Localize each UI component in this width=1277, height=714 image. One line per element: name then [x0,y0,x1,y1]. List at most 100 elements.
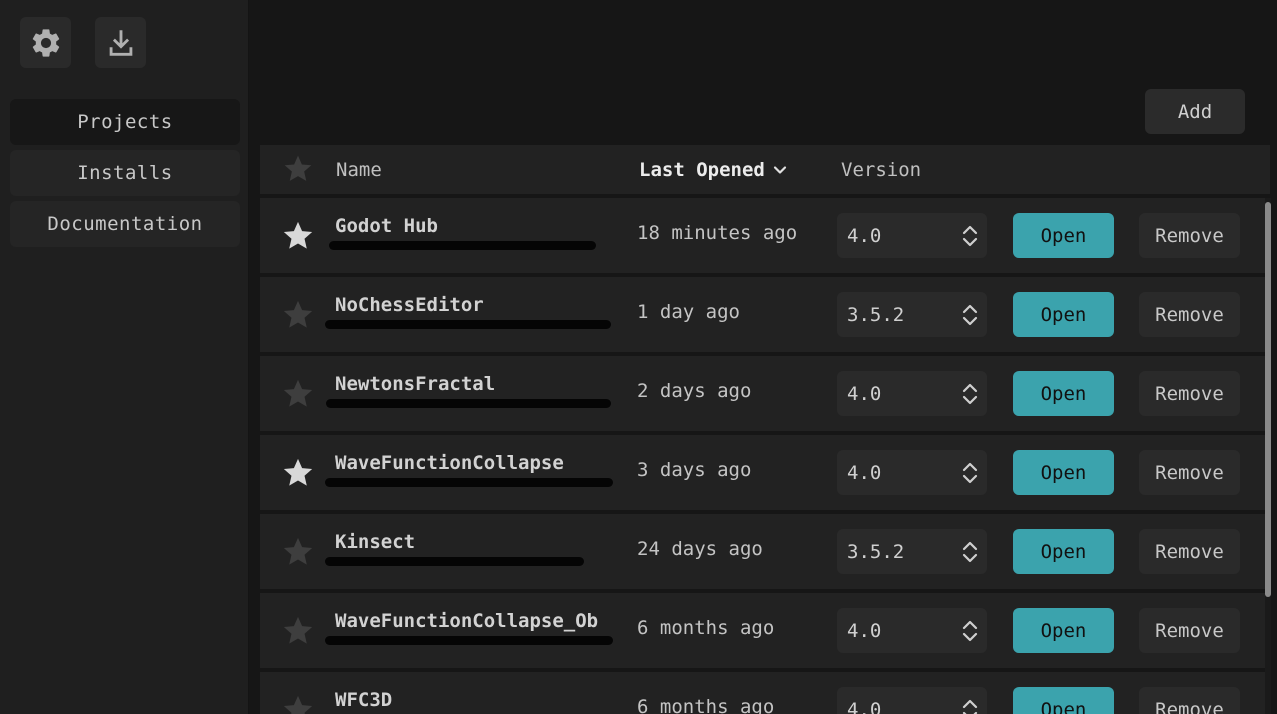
star-icon [283,300,313,328]
favorite-toggle[interactable] [281,377,315,411]
version-value: 3.5.2 [847,540,905,563]
version-value: 4.0 [847,461,882,484]
open-button[interactable]: Open [1013,450,1114,495]
open-button[interactable]: Open [1013,371,1114,416]
project-path-redacted [326,399,611,408]
nav-documentation[interactable]: Documentation [10,201,240,247]
remove-button[interactable]: Remove [1139,529,1240,574]
project-row[interactable]: NoChessEditor 1 day ago 3.5.2 Open Remov… [260,277,1265,352]
scrollbar-thumb[interactable] [1265,202,1271,597]
remove-label: Remove [1155,224,1224,247]
star-icon [283,616,313,644]
favorite-toggle[interactable] [281,219,315,253]
open-label: Open [1040,382,1087,405]
project-row[interactable]: WaveFunctionCollapse_Ob 6 months ago 4.0… [260,593,1265,668]
open-button[interactable]: Open [1013,292,1114,337]
open-label: Open [1040,698,1087,714]
nav-installs[interactable]: Installs [10,150,240,196]
remove-button[interactable]: Remove [1139,371,1240,416]
open-label: Open [1040,303,1087,326]
version-value: 4.0 [847,224,882,247]
version-select[interactable]: 4.0 [837,450,987,495]
project-name: Kinsect [335,531,416,553]
version-select[interactable]: 3.5.2 [837,292,987,337]
star-icon [283,537,313,565]
favorite-toggle[interactable] [281,535,315,569]
project-name: WaveFunctionCollapse_Ob [335,610,599,632]
sidebar: Projects Installs Documentation [0,0,249,714]
remove-button[interactable]: Remove [1139,687,1240,714]
project-path-redacted [325,478,613,487]
column-header-last-opened-label: Last Opened [639,158,765,181]
version-value: 4.0 [847,382,882,405]
project-row[interactable]: Godot Hub 18 minutes ago 4.0 Open Remove [260,198,1265,273]
star-shape [283,221,313,249]
open-button[interactable]: Open [1013,608,1114,653]
nav-projects-label: Projects [77,111,173,133]
version-select[interactable]: 4.0 [837,371,987,416]
remove-label: Remove [1155,382,1224,405]
remove-label: Remove [1155,698,1224,714]
open-button[interactable]: Open [1013,213,1114,258]
project-path-redacted [329,241,596,250]
star-shape [283,616,313,644]
star-icon [284,155,312,181]
column-header-last-opened[interactable]: Last Opened [639,145,787,194]
star-shape [283,695,313,714]
version-value: 4.0 [847,698,882,714]
remove-button[interactable]: Remove [1139,608,1240,653]
project-last-opened: 1 day ago [637,301,740,323]
star-icon [283,695,313,714]
updown-chevron-icon [962,462,978,484]
version-select[interactable]: 3.5.2 [837,529,987,574]
project-row[interactable]: NewtonsFractal 2 days ago 4.0 Open Remov… [260,356,1265,431]
version-select[interactable]: 4.0 [837,608,987,653]
favorite-column-header[interactable] [282,153,314,185]
add-project-label: Add [1177,100,1213,123]
column-header-version[interactable]: Version [841,145,921,194]
version-select[interactable]: 4.0 [837,687,987,714]
remove-button[interactable]: Remove [1139,292,1240,337]
remove-label: Remove [1155,461,1224,484]
project-last-opened: 18 minutes ago [637,222,798,244]
updown-chevron-icon [962,225,978,247]
column-header-name-label: Name [336,158,382,181]
version-select[interactable]: 4.0 [837,213,987,258]
settings-button[interactable] [20,17,71,68]
project-name: WaveFunctionCollapse [335,452,564,474]
scrollbar[interactable] [1265,198,1271,714]
favorite-toggle[interactable] [281,693,315,714]
open-button[interactable]: Open [1013,529,1114,574]
favorite-toggle[interactable] [281,614,315,648]
star-shape [283,458,313,486]
project-row[interactable]: Kinsect 24 days ago 3.5.2 Open Remove [260,514,1265,589]
star-icon [283,379,313,407]
remove-button[interactable]: Remove [1139,213,1240,258]
star-icon [283,458,313,486]
add-project-button[interactable]: Add [1145,89,1245,134]
favorite-toggle[interactable] [281,298,315,332]
project-path-redacted [325,636,613,645]
project-row[interactable]: WFC3D 6 months ago 4.0 Open Remove [260,672,1265,714]
project-path-redacted [325,557,584,566]
open-label: Open [1040,619,1087,642]
remove-label: Remove [1155,540,1224,563]
gear-icon [32,28,59,57]
favorite-toggle[interactable] [281,456,315,490]
project-last-opened: 2 days ago [637,380,752,402]
open-button[interactable]: Open [1013,687,1114,714]
version-value: 4.0 [847,619,882,642]
table-header: Name Last Opened Version [260,145,1270,194]
project-last-opened: 24 days ago [637,538,763,560]
remove-button[interactable]: Remove [1139,450,1240,495]
nav-installs-label: Installs [77,162,173,184]
downloads-button[interactable] [95,17,146,68]
project-row[interactable]: WaveFunctionCollapse 3 days ago 4.0 Open… [260,435,1265,510]
updown-chevron-icon [962,383,978,405]
version-value: 3.5.2 [847,303,905,326]
open-label: Open [1040,224,1087,247]
project-name: NoChessEditor [335,294,484,316]
remove-label: Remove [1155,303,1224,326]
column-header-name[interactable]: Name [336,145,382,194]
nav-projects[interactable]: Projects [10,99,240,145]
